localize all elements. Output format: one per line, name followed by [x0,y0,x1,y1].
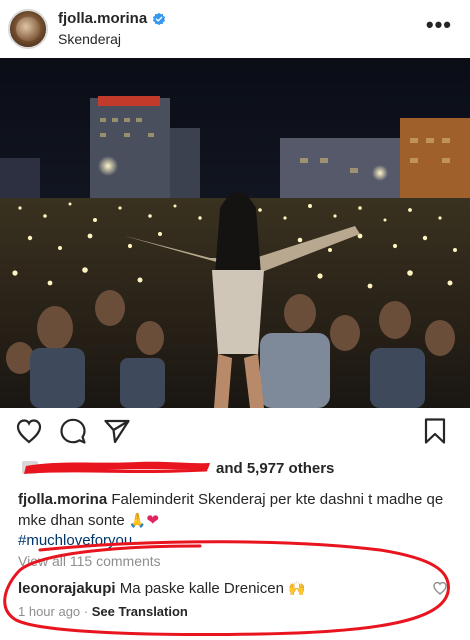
raised-hands-emoji: 🙌 [288,580,306,596]
small-heart-icon[interactable] [432,580,448,596]
pray-emoji: 🙏 [128,512,147,528]
comment-meta: 1 hour ago · See Translation [18,604,188,619]
heart-emoji: ❤ [146,512,159,529]
concert-photo [0,58,470,408]
more-options-icon[interactable]: ••• [426,12,452,38]
comment-row: leonorajakupi Ma paske kalle Drenicen 🙌 [18,580,306,597]
redaction-scribble [22,461,210,474]
view-all-comments-link[interactable]: View all 115 comments [18,553,161,569]
comment-bubble-icon[interactable] [58,416,88,446]
avatar[interactable] [8,9,48,49]
heart-outline-icon[interactable] [14,416,44,446]
paper-plane-icon[interactable] [102,416,132,446]
meta-separator: · [83,604,89,619]
action-bar [0,412,470,452]
comment-text: Ma paske kalle Drenicen [119,580,284,597]
see-translation-link[interactable]: See Translation [92,604,188,619]
post-photo[interactable] [0,58,470,408]
comment-time: 1 hour ago [18,604,81,619]
hashtag-link[interactable]: #muchloveforyou [18,532,132,549]
post-location[interactable]: Skenderaj [58,31,121,47]
comment-username[interactable]: leonorajakupi [18,580,116,597]
post-header: fjolla.morina Skenderaj ••• [0,0,470,58]
verified-badge-icon [153,12,166,25]
post-caption: fjolla.morina Faleminderit Skenderaj per… [18,490,458,551]
likes-count[interactable]: and 5,977 others [216,460,334,477]
post-username[interactable]: fjolla.morina [58,10,147,27]
bookmark-icon[interactable] [420,416,450,446]
caption-username[interactable]: fjolla.morina [18,491,107,508]
